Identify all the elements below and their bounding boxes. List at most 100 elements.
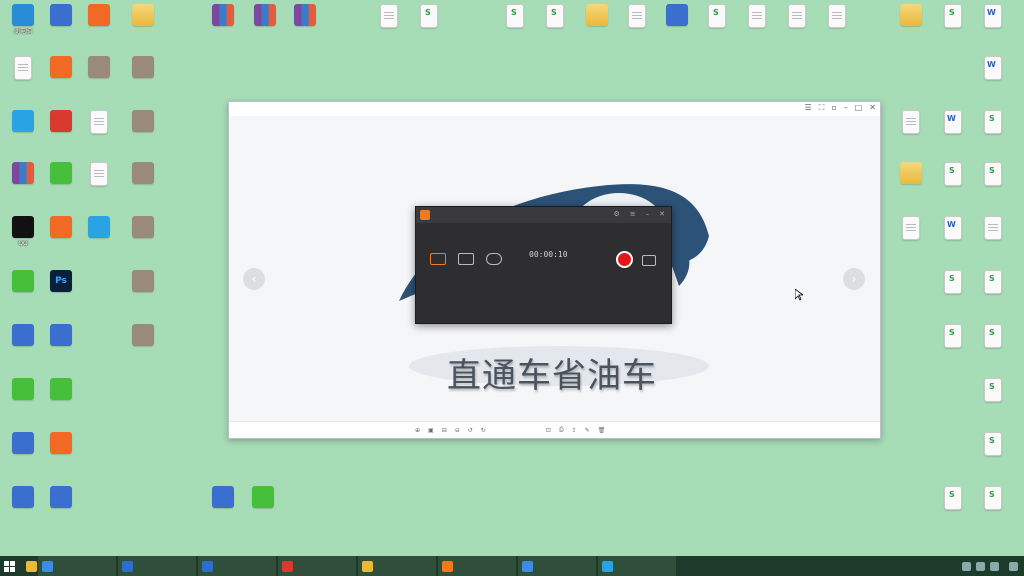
desktop-shortcut[interactable]	[814, 4, 860, 48]
recorder-settings-icon[interactable]: ⚙	[613, 210, 619, 218]
start-button[interactable]	[0, 556, 22, 576]
viewer-bottom-toolbar: ⊕ ▣ ⊟ ⊖ ↺ ↻ ⊡ ⎙ ⇪ ✎ 🗑	[229, 421, 880, 438]
spreadsheet-icon	[984, 486, 1002, 510]
record-button[interactable]	[616, 251, 633, 268]
zoom-icon[interactable]: ⊕	[415, 427, 420, 434]
minimize-icon[interactable]: –	[844, 103, 848, 113]
taskbar-task[interactable]	[38, 556, 116, 576]
desktop-shortcut[interactable]	[120, 110, 166, 154]
spreadsheet-icon	[984, 324, 1002, 348]
exe-icon	[132, 56, 154, 78]
desktop-shortcut[interactable]	[970, 162, 1016, 206]
desktop-shortcut[interactable]	[76, 56, 122, 100]
desktop-shortcut[interactable]	[120, 56, 166, 100]
screen-capture-icon[interactable]	[430, 253, 446, 265]
app-icon	[202, 560, 213, 572]
desktop-shortcut[interactable]	[120, 162, 166, 206]
network-icon	[50, 486, 72, 508]
edit-icon[interactable]: ✎	[585, 427, 590, 434]
mouse-cursor-icon	[795, 289, 803, 301]
spreadsheet-icon	[944, 486, 962, 510]
recording-timer: 00:00:10	[529, 250, 568, 259]
desktop-shortcut[interactable]	[120, 324, 166, 368]
desktop-shortcut[interactable]	[38, 324, 84, 368]
next-image-button[interactable]: ›	[843, 268, 865, 290]
taskbar-task[interactable]	[278, 556, 356, 576]
taskbar-task[interactable]	[438, 556, 516, 576]
taskbar-task[interactable]	[358, 556, 436, 576]
desktop-shortcut[interactable]	[406, 4, 452, 48]
desktop-shortcut[interactable]	[888, 162, 934, 206]
print-icon[interactable]: ⎙	[559, 426, 564, 434]
taskbar-pinned-folder[interactable]	[22, 556, 38, 576]
viewer-titlebar[interactable]: ☰ ⛶ ▫ – □ ✕	[229, 102, 880, 116]
taskbar-task[interactable]	[598, 556, 676, 576]
desktop-shortcut[interactable]: Ps	[38, 270, 84, 314]
desktop-shortcut[interactable]	[970, 432, 1016, 476]
word-icon	[984, 56, 1002, 80]
tray-chevron-icon[interactable]	[962, 561, 971, 571]
desktop-shortcut[interactable]	[970, 324, 1016, 368]
stop-button[interactable]	[642, 255, 656, 266]
desktop-shortcut[interactable]	[76, 110, 122, 154]
desktop-shortcut[interactable]	[970, 56, 1016, 100]
taskbar-task[interactable]	[518, 556, 596, 576]
recorder-menu-icon[interactable]: ≡	[630, 210, 636, 218]
crop-icon[interactable]: ⊡	[546, 427, 551, 434]
pin-icon[interactable]: ▫	[831, 103, 836, 113]
delete-icon[interactable]: 🗑	[598, 427, 606, 434]
desktop-shortcut[interactable]	[240, 486, 286, 530]
spreadsheet-icon	[546, 4, 564, 28]
volume-icon[interactable]	[990, 561, 999, 571]
exe-icon	[132, 324, 154, 346]
desktop-shortcut[interactable]	[120, 270, 166, 314]
app-icon	[50, 56, 72, 78]
app-icon	[282, 560, 293, 572]
maximize-icon[interactable]: □	[855, 103, 863, 113]
menu-icon[interactable]: ☰	[805, 103, 812, 113]
close-icon[interactable]: ✕	[869, 103, 876, 113]
previous-image-button[interactable]: ‹	[243, 268, 265, 290]
taskbar-task[interactable]	[198, 556, 276, 576]
desktop-shortcut[interactable]	[120, 216, 166, 260]
zoom-out-icon[interactable]: ⊖	[455, 427, 460, 434]
recorder-minimize-icon[interactable]: –	[646, 210, 650, 218]
desktop-shortcut[interactable]	[120, 4, 166, 48]
desktop-shortcut[interactable]	[970, 270, 1016, 314]
desktop-shortcut[interactable]	[38, 486, 84, 530]
recorder-close-icon[interactable]: ✕	[659, 210, 665, 218]
taskbar-task[interactable]	[118, 556, 196, 576]
desktop-shortcut[interactable]	[888, 216, 934, 260]
desktop-shortcut[interactable]	[282, 4, 328, 48]
desktop-shortcut[interactable]	[888, 4, 934, 48]
game-capture-icon[interactable]	[486, 253, 502, 265]
app-icon	[212, 486, 234, 508]
desktop-shortcut[interactable]	[76, 162, 122, 206]
desktop-shortcut[interactable]	[76, 216, 122, 260]
desktop-shortcut[interactable]	[970, 486, 1016, 530]
desktop-shortcut[interactable]	[200, 4, 246, 48]
desktop-shortcut[interactable]	[970, 378, 1016, 422]
desktop-shortcut[interactable]	[532, 4, 578, 48]
recorder-titlebar[interactable]: ⚙ ≡ – ✕	[416, 207, 671, 223]
rotate-left-icon[interactable]: ↺	[468, 427, 473, 434]
screen-recorder-panel[interactable]: ⚙ ≡ – ✕ 00:00:10	[415, 206, 672, 324]
rotate-right-icon[interactable]: ↻	[481, 427, 486, 434]
desktop-shortcut[interactable]	[888, 110, 934, 154]
word-icon	[984, 4, 1002, 28]
fullscreen-icon[interactable]: ⛶	[819, 103, 825, 113]
desktop-shortcut[interactable]	[76, 4, 122, 48]
document-icon	[628, 4, 646, 28]
desktop-shortcut[interactable]	[970, 216, 1016, 260]
desktop-shortcut[interactable]	[38, 378, 84, 422]
network-icon[interactable]	[976, 561, 985, 571]
desktop-shortcut[interactable]	[970, 110, 1016, 154]
actual-size-icon[interactable]: ▣	[428, 427, 434, 434]
desktop-shortcut[interactable]	[38, 432, 84, 476]
window-capture-icon[interactable]	[458, 253, 474, 265]
fit-icon[interactable]: ⊟	[442, 427, 447, 434]
notification-icon[interactable]	[1009, 561, 1018, 571]
desktop-shortcut[interactable]	[970, 4, 1016, 48]
share-icon[interactable]: ⇪	[572, 427, 577, 434]
document-icon	[380, 4, 398, 28]
